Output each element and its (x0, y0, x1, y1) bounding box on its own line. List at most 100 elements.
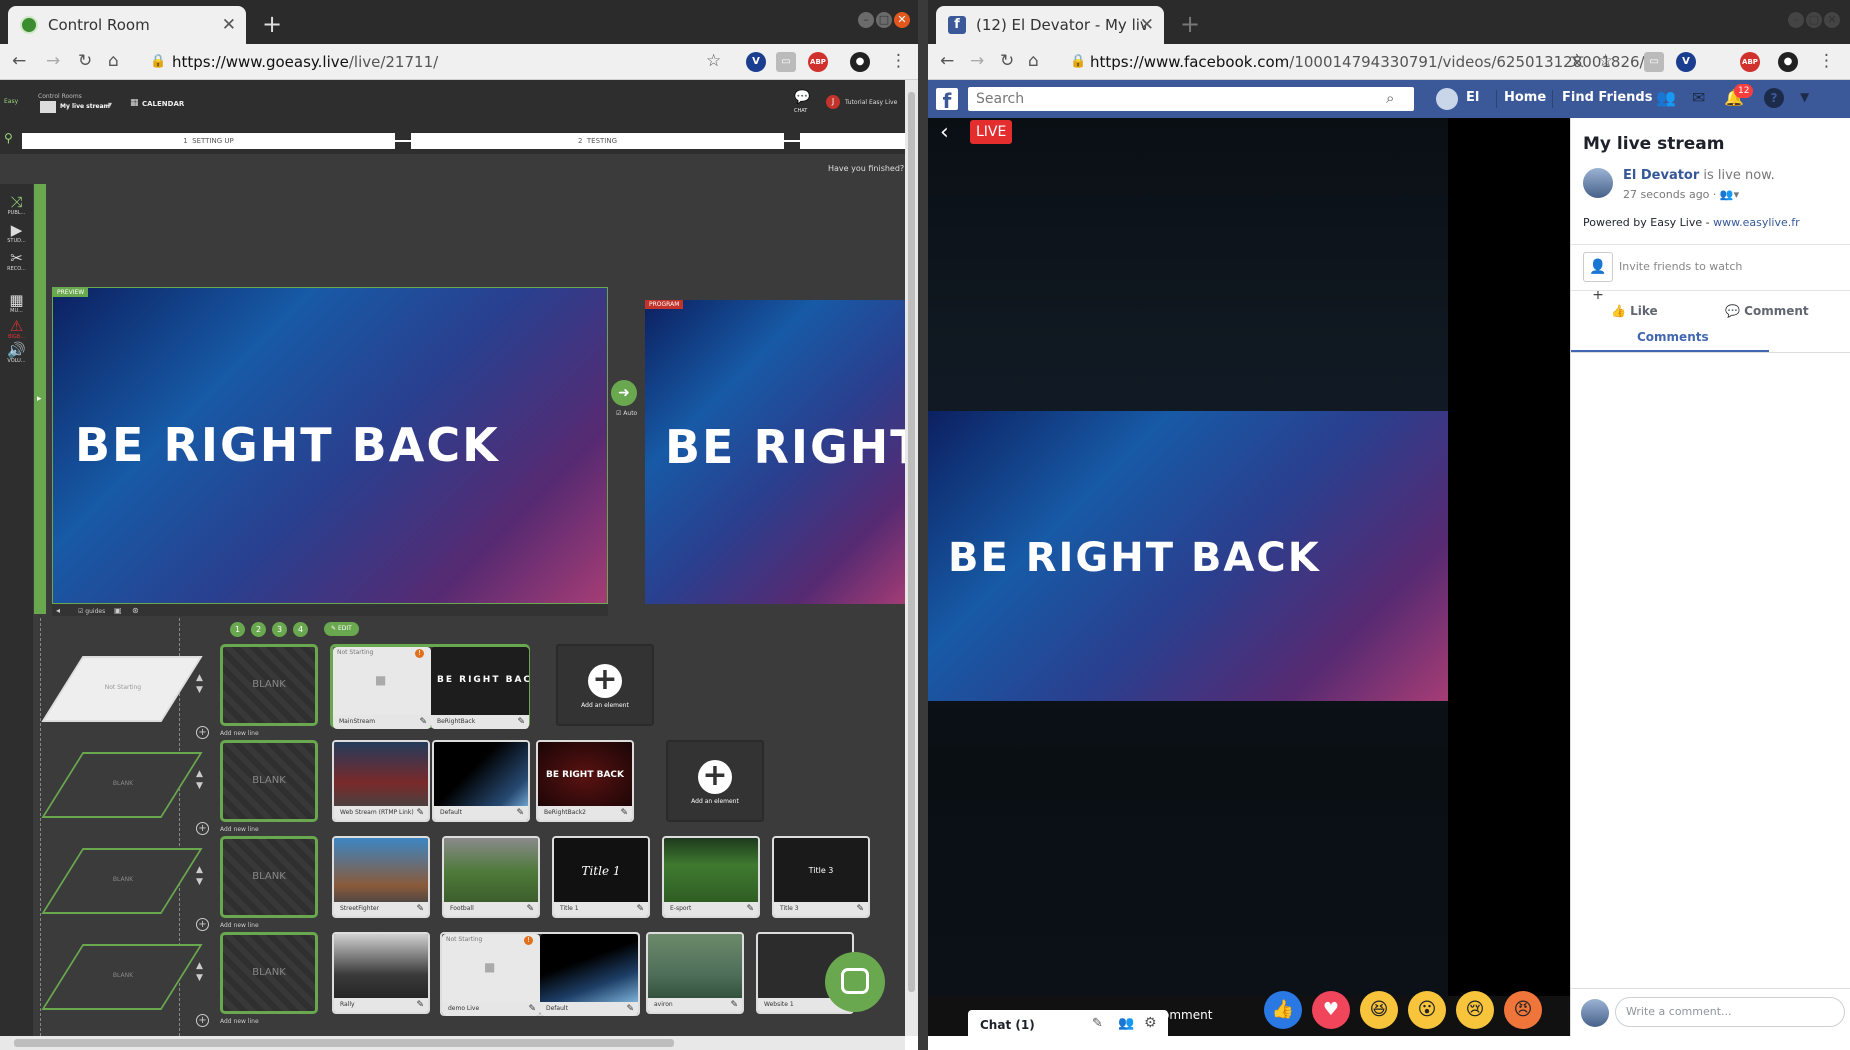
line-3-card-esport[interactable]: E-sport (662, 836, 760, 918)
chat-bubble-icon[interactable]: 💬 (794, 90, 810, 105)
forward-icon[interactable]: → (46, 51, 60, 71)
edit-button[interactable]: ✎ EDIT (324, 622, 359, 636)
sidebar-bigbutton[interactable]: ⚠ BIGB... (0, 318, 33, 340)
tab-facebook[interactable]: f (12) El Devator - My live st ✕ (936, 6, 1164, 44)
sidebar-publish[interactable]: ⤨ PUBL... (0, 194, 33, 216)
settings-gear-icon[interactable]: ⚙ (1144, 1015, 1157, 1031)
calendar-link[interactable]: CALENDAR (142, 100, 184, 108)
auto-checkbox[interactable]: ☑ Auto (616, 410, 637, 417)
bookmark-star-icon[interactable]: ☆ (706, 51, 721, 71)
tab-control-room[interactable]: Control Room ✕ (8, 6, 246, 44)
guides-toggle[interactable]: ☑ guides (78, 608, 105, 615)
url-field[interactable]: https://www.facebook.com/100014794330791… (1090, 53, 1645, 71)
sad-reaction-icon[interactable]: 😢 (1456, 991, 1494, 1029)
like-button[interactable]: 👍 Like (1611, 304, 1658, 318)
sidebar-studio[interactable]: ▶ STUD... (0, 222, 33, 244)
close-tab-icon[interactable]: ✕ (222, 15, 236, 35)
invite-friends[interactable]: Invite friends to watch (1619, 260, 1742, 273)
reload-icon[interactable]: ↻ (78, 51, 92, 71)
line-3-add-icon[interactable]: + (196, 918, 209, 931)
line-4-blank[interactable]: BLANK (220, 932, 318, 1014)
new-tab-icon[interactable]: + (262, 10, 282, 38)
add-new-line-2[interactable]: Add new line (220, 826, 259, 833)
line-1-reorder-icon[interactable]: ▲ ▼ (196, 672, 203, 696)
line-1-blank[interactable]: BLANK (220, 644, 318, 726)
comment-input[interactable]: Write a comment... (1615, 997, 1845, 1027)
scrollbar-vertical[interactable] (905, 80, 918, 1036)
line-2-card-berightback2[interactable]: BE RIGHT BACK BeRightBack2 (536, 740, 634, 822)
menu-kebab-icon[interactable]: ⋮ (890, 51, 907, 71)
minimize-icon[interactable]: – (1788, 12, 1804, 28)
back-icon[interactable]: ← (12, 51, 26, 71)
profile-avatar[interactable]: ● (850, 52, 870, 72)
audience-icon[interactable]: 👥▾ (1720, 188, 1739, 201)
close-window-icon[interactable]: ✕ (1824, 12, 1840, 28)
add-friend-icon[interactable]: 👤+ (1583, 252, 1613, 303)
step-testing[interactable]: 2 TESTING (411, 133, 784, 149)
like-reaction-icon[interactable]: 👍 (1264, 991, 1302, 1029)
line-1-card-mainstream[interactable]: Not Starting ! ■ MainStream (333, 647, 431, 729)
forward-icon[interactable]: → (970, 51, 984, 71)
line-number-2[interactable]: 2 (251, 622, 266, 637)
line-4-card-default[interactable]: Default (540, 934, 638, 1016)
sidebar-volume[interactable]: 🔊 VOLU... (0, 342, 33, 364)
facebook-logo-icon[interactable]: f (936, 88, 958, 110)
intercom-chat-button[interactable] (825, 952, 885, 1012)
extension-v-icon[interactable]: V (1676, 52, 1696, 72)
line-4-reorder-icon[interactable]: ▲ ▼ (196, 960, 203, 984)
minimize-icon[interactable]: – (858, 12, 874, 28)
layout-icon[interactable]: ▣ (114, 606, 122, 615)
video-player[interactable]: ‹ LIVE BE RIGHT BACK omment Chat (1) ✎ 👥… (928, 118, 1570, 1036)
line-2-blank[interactable]: BLANK (220, 740, 318, 822)
user-avatar[interactable] (1436, 88, 1458, 110)
extension-cast-icon[interactable]: ▭ (776, 52, 796, 72)
chevron-down-icon[interactable]: ▾ (108, 100, 112, 109)
nav-find-friends[interactable]: Find Friends (1562, 90, 1652, 105)
extension-v-icon[interactable]: V (746, 52, 766, 72)
scrollbar-horizontal[interactable] (0, 1036, 905, 1050)
line-2-reorder-icon[interactable]: ▲ ▼ (196, 768, 203, 792)
sidebar-toggle[interactable]: ▸ (34, 184, 46, 614)
author-link[interactable]: El Devator (1623, 168, 1699, 183)
line-number-1[interactable]: 1 (230, 622, 245, 637)
menu-kebab-icon[interactable]: ⋮ (1818, 51, 1835, 71)
link-icon[interactable]: ⊛ (132, 606, 139, 615)
line-1-add-icon[interactable]: + (196, 726, 209, 739)
preview-screen[interactable]: PREVIEW BE RIGHT BACK (52, 287, 608, 604)
audio-icon[interactable]: ◂ (56, 606, 60, 615)
bookmark-star-icon[interactable]: ☆ (1598, 51, 1613, 71)
new-tab-icon[interactable]: + (1180, 10, 1200, 38)
comment-button[interactable]: 💬 Comment (1725, 304, 1809, 318)
search-icon[interactable]: ⌕ (1386, 89, 1394, 107)
people-icon[interactable]: 👥 (1118, 1016, 1134, 1031)
step-next[interactable] (800, 133, 905, 149)
translate-icon[interactable]: 文 (1570, 51, 1584, 71)
line-4-card-demolive[interactable]: Not Starting ! ■ demo Live (442, 934, 540, 1016)
sidebar-record[interactable]: ✂ RECO... (0, 250, 33, 272)
line-4-card-rally[interactable]: Rally (332, 932, 430, 1014)
home-icon[interactable]: ⌂ (108, 51, 119, 71)
nav-profile[interactable]: El (1466, 90, 1479, 105)
author-avatar[interactable] (1583, 168, 1613, 198)
friends-icon[interactable]: 👥 (1656, 88, 1676, 107)
profile-avatar[interactable]: ● (1778, 52, 1798, 72)
adblock-icon[interactable]: ABP (808, 52, 828, 72)
wow-reaction-icon[interactable]: 😮 (1408, 991, 1446, 1029)
add-new-line-4[interactable]: Add new line (220, 1018, 259, 1025)
line-3-blank[interactable]: BLANK (220, 836, 318, 918)
transition-arrow-button[interactable]: ➜ (611, 380, 637, 406)
user-avatar[interactable]: J (826, 95, 840, 109)
search-input[interactable]: Search (968, 87, 1414, 111)
back-arrow-icon[interactable]: ‹ (940, 120, 949, 145)
sidebar-multi[interactable]: ▦ MU... (0, 292, 33, 314)
line-3-card-title3[interactable]: Title 3 Title 3 (772, 836, 870, 918)
scrollbar-thumb[interactable] (908, 92, 915, 992)
close-window-icon[interactable]: ✕ (894, 12, 910, 28)
maximize-icon[interactable]: □ (1806, 12, 1822, 28)
add-new-line-1[interactable]: Add new line (220, 730, 259, 737)
line-number-4[interactable]: 4 (293, 622, 308, 637)
url-field[interactable]: https://www.goeasy.live/live/21711/ (172, 53, 438, 71)
love-reaction-icon[interactable]: ♥ (1312, 991, 1350, 1029)
home-icon[interactable]: ⌂ (1028, 51, 1039, 71)
line-3-card-streetfighter[interactable]: StreetFighter (332, 836, 430, 918)
